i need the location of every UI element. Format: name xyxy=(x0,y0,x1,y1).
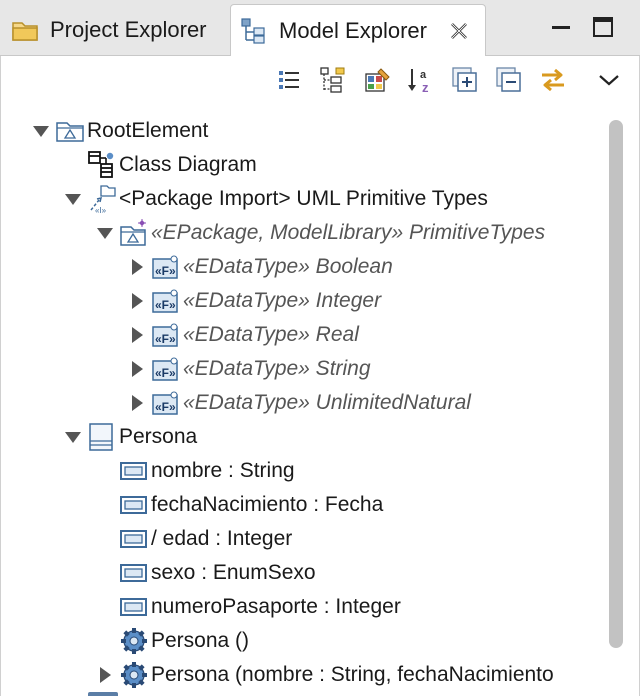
property-icon xyxy=(119,524,149,554)
tree-item-class-persona[interactable]: Persona xyxy=(1,420,601,454)
tree-item-property-edad[interactable]: / edad : Integer xyxy=(1,522,601,556)
property-icon xyxy=(119,558,149,588)
tree-item-property-fechanacimiento[interactable]: fechaNacimiento : Fecha xyxy=(1,488,601,522)
close-icon[interactable] xyxy=(447,19,471,43)
collapsed-arrow-icon[interactable] xyxy=(127,257,147,277)
svg-text:«F»: «F» xyxy=(155,332,176,346)
scrollbar-thumb[interactable] xyxy=(609,120,623,648)
svg-text:z: z xyxy=(422,80,429,95)
datatype-icon: «F» xyxy=(151,354,181,384)
vertical-scrollbar[interactable] xyxy=(605,116,625,696)
datatype-icon: «F» xyxy=(151,388,181,418)
collapse-all-icon[interactable] xyxy=(493,64,525,96)
tree-item-rootelement[interactable]: RootElement xyxy=(1,114,601,148)
view-toolbar: a z xyxy=(1,56,640,106)
model-icon xyxy=(55,116,85,146)
maximize-icon[interactable] xyxy=(590,14,616,40)
operation-icon xyxy=(119,626,149,656)
link-with-editor-icon[interactable] xyxy=(537,64,569,96)
tree-item-package-import[interactable]: «I» <Package Import> UML Primitive Types xyxy=(1,182,601,216)
next-item-icon-partial xyxy=(88,692,118,696)
tab-project-explorer[interactable]: Project Explorer xyxy=(0,4,228,56)
model-tree: RootElement Class Diagram «I» <Package I… xyxy=(1,114,601,696)
tree-item-datatype-boolean[interactable]: «F» «EDataType» Boolean xyxy=(1,250,601,284)
svg-text:«I»: «I» xyxy=(95,206,107,214)
palette-icon[interactable] xyxy=(361,64,393,96)
tree-item-operation-persona-params[interactable]: Persona (nombre : String, fechaNacimient… xyxy=(1,658,601,692)
svg-text:«F»: «F» xyxy=(155,298,176,312)
datatype-icon: «F» xyxy=(151,320,181,350)
sort-az-icon[interactable]: a z xyxy=(405,64,437,96)
expand-all-icon[interactable] xyxy=(449,64,481,96)
tree-item-operation-persona[interactable]: Persona () xyxy=(1,624,601,658)
svg-text:«F»: «F» xyxy=(155,264,176,278)
tree-item-datatype-string[interactable]: «F» «EDataType» String xyxy=(1,352,601,386)
property-icon xyxy=(119,592,149,622)
model-explorer-view: a z RootElement Class Diagram «I» <Packa… xyxy=(0,56,640,696)
collapsed-arrow-icon[interactable] xyxy=(127,325,147,345)
class-icon xyxy=(87,422,117,452)
tree-view-icon[interactable] xyxy=(317,64,349,96)
minimize-icon[interactable] xyxy=(548,14,574,40)
model-explorer-icon xyxy=(239,16,271,46)
tab-model-explorer[interactable]: Model Explorer xyxy=(230,4,486,57)
expanded-arrow-icon[interactable] xyxy=(95,223,115,243)
property-icon xyxy=(119,490,149,520)
svg-text:«F»: «F» xyxy=(155,366,176,380)
class-diagram-icon xyxy=(87,150,117,180)
collapsed-arrow-icon[interactable] xyxy=(95,665,115,685)
tree-item-datatype-real[interactable]: «F» «EDataType» Real xyxy=(1,318,601,352)
folder-icon xyxy=(10,15,42,45)
view-tab-bar: Project Explorer Model Explorer xyxy=(0,0,640,57)
tab-label: Project Explorer xyxy=(50,17,207,42)
collapsed-arrow-icon[interactable] xyxy=(127,359,147,379)
collapsed-arrow-icon[interactable] xyxy=(127,393,147,413)
tree-item-property-numeropasaporte[interactable]: numeroPasaporte : Integer xyxy=(1,590,601,624)
expanded-arrow-icon[interactable] xyxy=(63,189,83,209)
expanded-arrow-icon[interactable] xyxy=(63,427,83,447)
tree-item-class-diagram[interactable]: Class Diagram xyxy=(1,148,601,182)
tree-item-datatype-unlimitednatural[interactable]: «F» «EDataType» UnlimitedNatural xyxy=(1,386,601,420)
datatype-icon: «F» xyxy=(151,286,181,316)
svg-text:«F»: «F» xyxy=(155,400,176,414)
view-menu-icon[interactable] xyxy=(593,64,625,96)
list-icon[interactable] xyxy=(273,64,305,96)
datatype-icon: «F» xyxy=(151,252,181,282)
package-import-icon: «I» xyxy=(87,184,117,214)
operation-icon xyxy=(119,660,149,690)
collapsed-arrow-icon[interactable] xyxy=(127,291,147,311)
package-icon xyxy=(119,218,149,248)
property-icon xyxy=(119,456,149,486)
tab-label: Model Explorer xyxy=(279,18,427,43)
tree-item-property-sexo[interactable]: sexo : EnumSexo xyxy=(1,556,601,590)
tree-item-datatype-integer[interactable]: «F» «EDataType» Integer xyxy=(1,284,601,318)
expanded-arrow-icon[interactable] xyxy=(31,121,51,141)
tree-item-property-nombre[interactable]: nombre : String xyxy=(1,454,601,488)
tree-item-primitive-types-package[interactable]: «EPackage, ModelLibrary» PrimitiveTypes xyxy=(1,216,601,250)
